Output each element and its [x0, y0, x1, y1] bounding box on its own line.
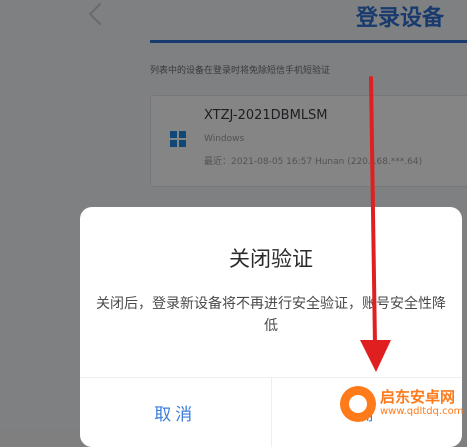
red-arrow-annotation — [360, 76, 391, 372]
watermark-name: 启东安卓网 — [380, 388, 456, 406]
watermark: 启东安卓网 www.qdltdq.com — [340, 384, 465, 426]
watermark-url: www.qdltdq.com — [380, 406, 464, 417]
watermark-logo-icon — [340, 386, 376, 422]
